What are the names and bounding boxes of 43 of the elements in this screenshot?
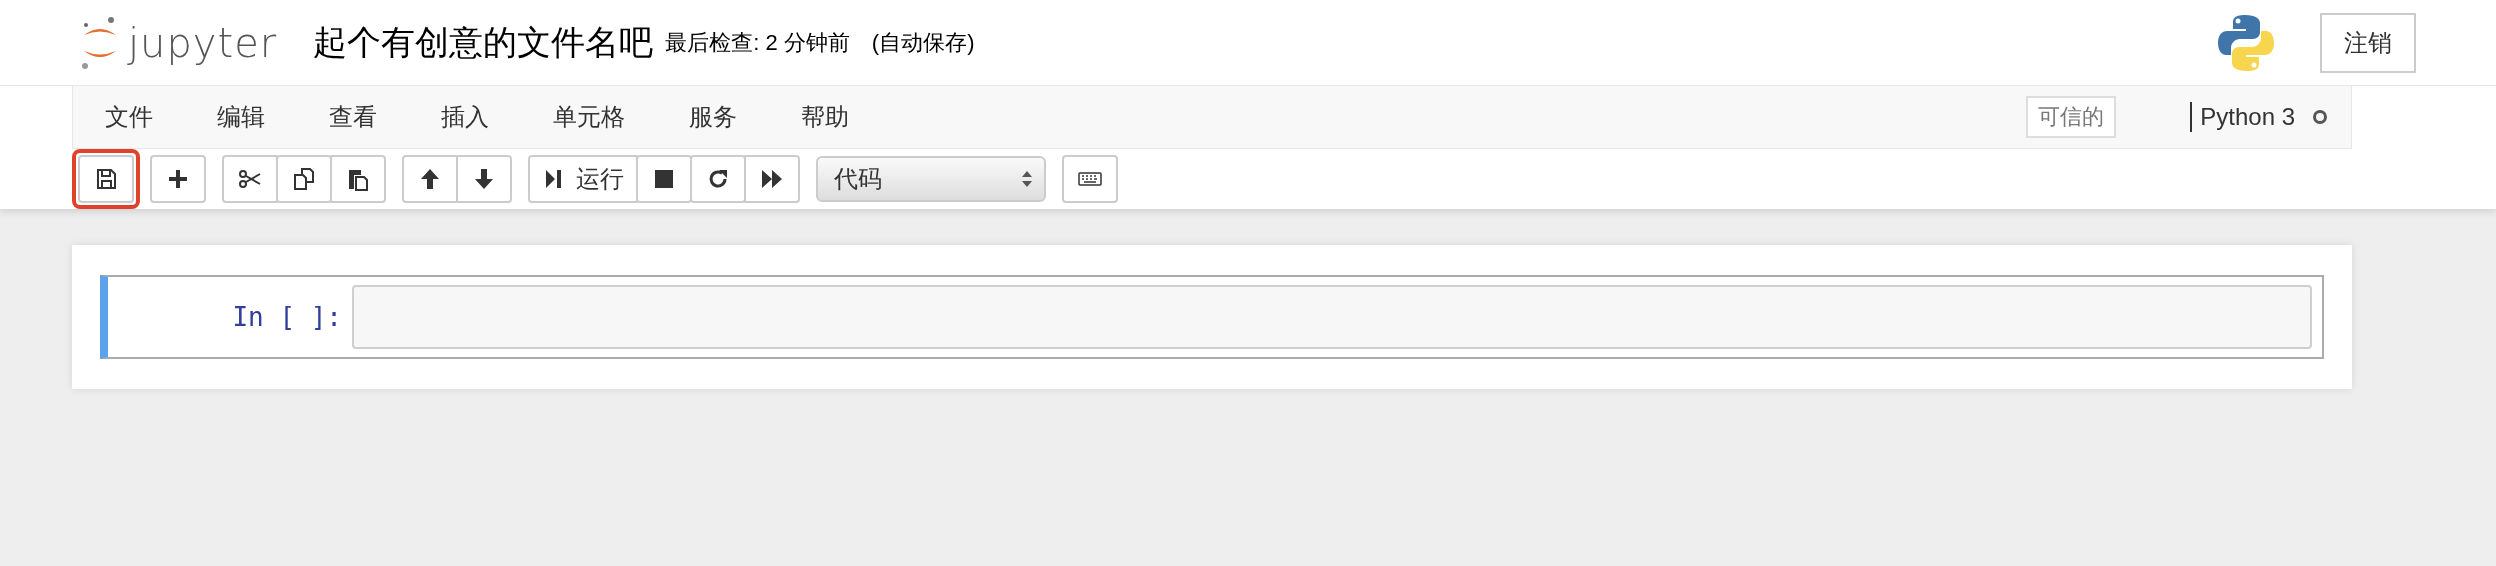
menu-item[interactable]: 插入 [441,101,489,133]
kernel-name[interactable]: Python 3 [2190,102,2295,132]
trusted-indicator[interactable]: 可信的 [2026,96,2117,138]
stop-button[interactable] [636,155,692,203]
save-icon [94,167,118,191]
dropdown-arrows-icon [1022,170,1032,188]
add-cell-button[interactable] [150,155,206,203]
copy-button[interactable] [276,155,332,203]
code-cell[interactable]: In [ ]: [100,275,2324,359]
notebook-title[interactable]: 起个有创意的文件名吧 [313,19,654,66]
paste-button[interactable] [330,155,386,203]
menu-item[interactable]: 查看 [329,101,377,133]
code-input-field[interactable] [352,285,2312,349]
logout-button[interactable]: 注销 [2320,12,2416,73]
run-all-button[interactable] [744,155,800,203]
scissors-icon [238,167,262,191]
plus-icon [166,167,190,191]
move-up-button[interactable] [402,155,458,203]
restart-icon [706,167,730,191]
input-prompt: In [ ]: [231,302,343,332]
stop-icon [652,167,676,191]
move-down-button[interactable] [456,155,512,203]
autosave-status: (自动保存) [871,28,975,57]
cut-button[interactable] [222,155,278,203]
checkpoint-status: 最后检查: 2 分钟前 [665,28,850,57]
save-button[interactable] [78,155,134,203]
menu-item[interactable]: 帮助 [801,101,849,133]
cell-type-value: 代码 [834,164,882,194]
menu-item[interactable]: 编辑 [217,101,265,133]
menu-item[interactable]: 文件 [105,101,153,133]
menu-item[interactable]: 单元格 [553,101,625,133]
python-logo-icon [2218,13,2274,72]
fast-forward-icon [760,167,784,191]
run-button[interactable]: 运行 [528,155,638,203]
cell-type-dropdown[interactable]: 代码 [816,156,1046,202]
shortcuts-button[interactable] [1062,155,1118,203]
up-arrow-icon [418,167,442,191]
jupyter-wordmark[interactable]: jupyter [128,19,278,66]
paste-icon [346,167,370,191]
restart-button[interactable] [690,155,746,203]
copy-icon [292,167,316,191]
menu-item[interactable]: 服务 [689,101,737,133]
down-arrow-icon [472,167,496,191]
